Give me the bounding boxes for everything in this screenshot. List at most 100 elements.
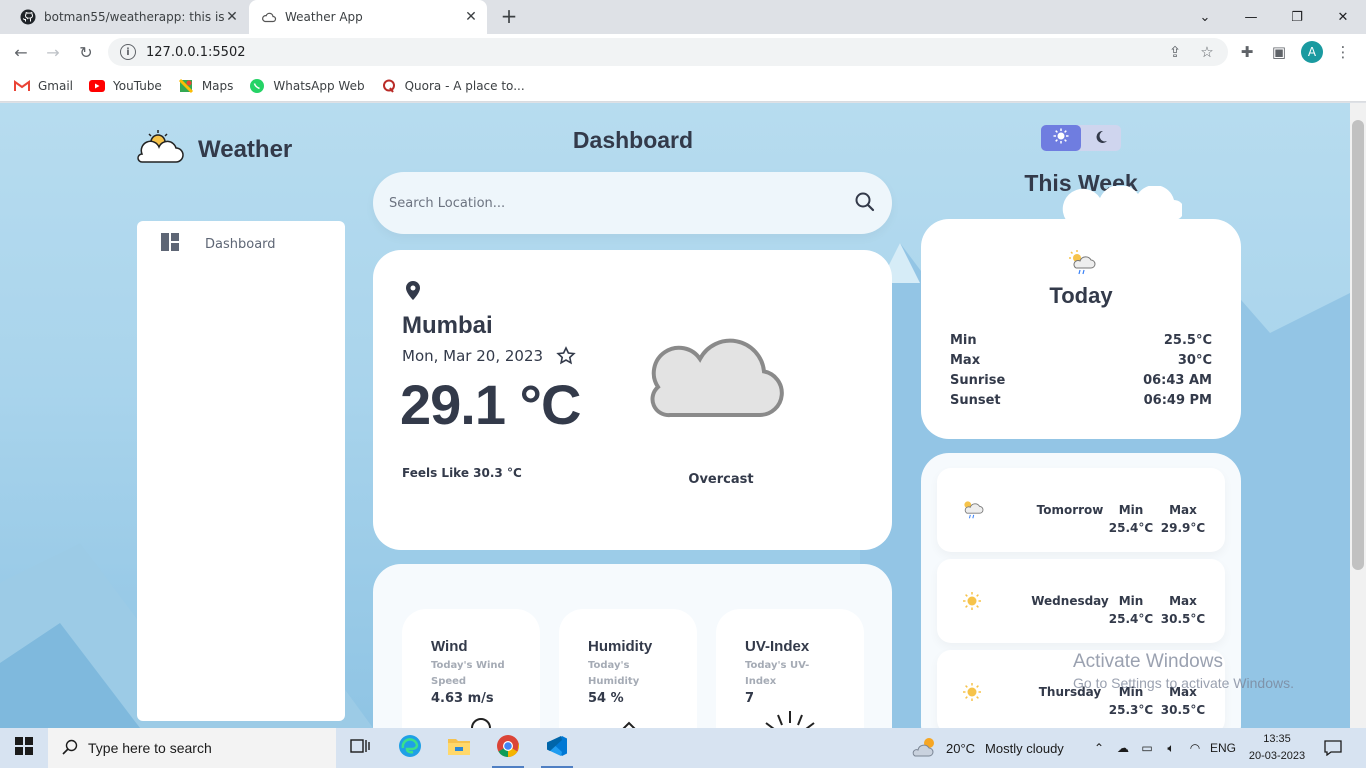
- dark-mode-button[interactable]: [1081, 125, 1121, 151]
- highlight-title: Wind: [431, 638, 468, 655]
- today-card: Today Min 25.5°C Max 30°C Sunrise 06:43 AM …: [921, 219, 1241, 439]
- forward-button[interactable]: →: [42, 41, 64, 63]
- clock-date: 20-03-2023: [1248, 750, 1306, 762]
- current-date: Mon, Mar 20, 2023: [402, 347, 544, 365]
- min-value: 25.3°C: [1108, 703, 1154, 717]
- url-bar[interactable]: i 127.0.0.1:5502: [108, 38, 1228, 66]
- sun-icon: [963, 592, 981, 614]
- taskbar-search-box[interactable]: Type here to search: [48, 728, 336, 768]
- search-input[interactable]: [389, 192, 829, 214]
- side-panel-icon[interactable]: ▣: [1268, 41, 1290, 63]
- volume-icon[interactable]: 🔈︎: [1160, 728, 1182, 768]
- row-value: 30°C: [1177, 353, 1212, 368]
- decorative-cloud: [1062, 186, 1182, 220]
- taskbar-clock[interactable]: 13:35 20-03-2023: [1244, 731, 1310, 765]
- taskbar-vscode[interactable]: [533, 728, 581, 768]
- bookmark-gmail[interactable]: Gmail: [14, 78, 73, 94]
- share-icon[interactable]: ⇪: [1164, 41, 1186, 63]
- task-view-button[interactable]: [336, 728, 384, 768]
- wind-icon: [470, 717, 492, 728]
- max-value: 30.5°C: [1160, 612, 1206, 626]
- windows-taskbar: Type here to search 20°C Mostly cloudy ⌃…: [0, 728, 1366, 768]
- sun-rain-cloud-icon: [959, 498, 985, 524]
- bookmark-youtube[interactable]: YouTube: [89, 78, 162, 94]
- scrollbar-thumb[interactable]: [1352, 120, 1364, 570]
- current-temperature: 29.1 °C: [400, 373, 581, 436]
- bookmark-quora[interactable]: Quora - A place to...: [381, 78, 525, 94]
- min-value: 25.4°C: [1108, 521, 1154, 535]
- activate-windows-watermark: Activate Windows Go to Settings to activ…: [1073, 651, 1294, 691]
- search-bar: [373, 172, 892, 234]
- weather-app-page: Weather Dashboard Dashboard Mumbai Mon, …: [0, 103, 1350, 728]
- show-hidden-icons-chevron-icon[interactable]: ⌃: [1090, 728, 1108, 768]
- watermark-subtitle: Go to Settings to activate Windows.: [1073, 675, 1294, 691]
- bookmark-star-icon[interactable]: ☆: [1196, 41, 1218, 63]
- new-tab-button[interactable]: +: [498, 6, 520, 28]
- taskbar-edge[interactable]: [386, 728, 434, 768]
- back-button[interactable]: ←: [10, 41, 32, 63]
- tab-weather-app[interactable]: Weather App ✕: [249, 0, 487, 34]
- chrome-icon: [496, 734, 520, 762]
- sidebar-item-dashboard[interactable]: Dashboard: [161, 233, 276, 255]
- quora-icon: [381, 78, 397, 94]
- highlight-subtitle: Today's UV-Index: [745, 660, 810, 687]
- extensions-icon[interactable]: ✚: [1236, 41, 1258, 63]
- task-view-icon: [350, 738, 370, 758]
- tab-title: botman55/weatherapp: this is a w: [44, 10, 224, 24]
- bookmark-maps[interactable]: Maps: [178, 78, 234, 94]
- reload-button[interactable]: ↻: [75, 41, 97, 63]
- site-info-icon[interactable]: i: [120, 44, 136, 60]
- today-row-max: Max 30°C: [950, 353, 1212, 368]
- logo-text: Weather: [198, 136, 293, 163]
- url-text: 127.0.0.1:5502: [146, 44, 246, 60]
- language-indicator[interactable]: ENG: [1208, 728, 1238, 768]
- highlight-value: 54 %: [588, 691, 624, 706]
- today-highlights-panel: Wind Today's Wind Speed 4.63 m/s Humidit…: [373, 564, 892, 728]
- forecast-card[interactable]: Tomorrow Min 25.4°C Max 29.9°C: [937, 468, 1225, 552]
- bookmarks-bar: Gmail YouTube Maps WhatsApp Web Quora - …: [0, 70, 1366, 102]
- taskbar-chrome[interactable]: [484, 728, 532, 768]
- row-label: Max: [950, 353, 981, 368]
- close-tab-icon[interactable]: ✕: [463, 9, 479, 25]
- onedrive-cloud-icon[interactable]: ☁: [1112, 728, 1134, 768]
- forecast-card[interactable]: Wednesday Min 25.4°C Max 30.5°C: [937, 559, 1225, 643]
- taskbar-weather-widget[interactable]: 20°C Mostly cloudy: [912, 728, 1064, 768]
- min-label: Min: [1118, 503, 1144, 517]
- search-icon[interactable]: [853, 190, 877, 214]
- bookmark-whatsapp[interactable]: WhatsApp Web: [249, 78, 365, 94]
- cloud-icon: [261, 9, 277, 25]
- bookmark-label: YouTube: [113, 78, 162, 93]
- tab-title: Weather App: [285, 10, 363, 24]
- max-label: Max: [1169, 503, 1197, 517]
- wifi-icon[interactable]: ◠: [1184, 728, 1206, 768]
- favorite-star-icon[interactable]: [556, 346, 576, 370]
- sidebar-item-label: Dashboard: [205, 236, 276, 252]
- max-value: 29.9°C: [1160, 521, 1206, 535]
- feels-like: Feels Like 30.3 °C: [402, 466, 522, 480]
- restore-button[interactable]: ❐: [1274, 0, 1320, 34]
- sun-icon: [1053, 128, 1069, 148]
- light-mode-button[interactable]: [1041, 125, 1081, 151]
- max-value: 30.5°C: [1160, 703, 1206, 717]
- gmail-icon: [14, 78, 30, 94]
- close-tab-icon[interactable]: ✕: [224, 9, 240, 25]
- row-value: 06:49 PM: [1143, 393, 1212, 408]
- bookmark-label: Maps: [201, 78, 234, 93]
- minimize-button[interactable]: —: [1228, 0, 1274, 34]
- start-button[interactable]: [0, 728, 48, 768]
- notifications-icon[interactable]: [1318, 728, 1348, 768]
- battery-icon[interactable]: ▭: [1136, 728, 1158, 768]
- tab-search-chevron-icon[interactable]: ⌄: [1182, 0, 1228, 34]
- row-value: 06:43 AM: [1143, 373, 1212, 388]
- profile-avatar[interactable]: A: [1301, 41, 1323, 63]
- vscode-icon: [546, 735, 568, 761]
- close-window-button[interactable]: ✕: [1320, 0, 1366, 34]
- weather-condition: Overcast: [688, 472, 754, 487]
- menu-kebab-icon[interactable]: ⋮: [1332, 41, 1354, 63]
- page-title: Dashboard: [572, 127, 694, 153]
- taskbar-file-explorer[interactable]: [435, 728, 483, 768]
- row-value: 25.5°C: [1163, 333, 1212, 348]
- tab-github[interactable]: botman55/weatherapp: this is a w ✕: [8, 0, 248, 34]
- highlight-subtitle: Today's Humidity: [588, 660, 640, 687]
- bookmark-label: Quora - A place to...: [404, 78, 525, 93]
